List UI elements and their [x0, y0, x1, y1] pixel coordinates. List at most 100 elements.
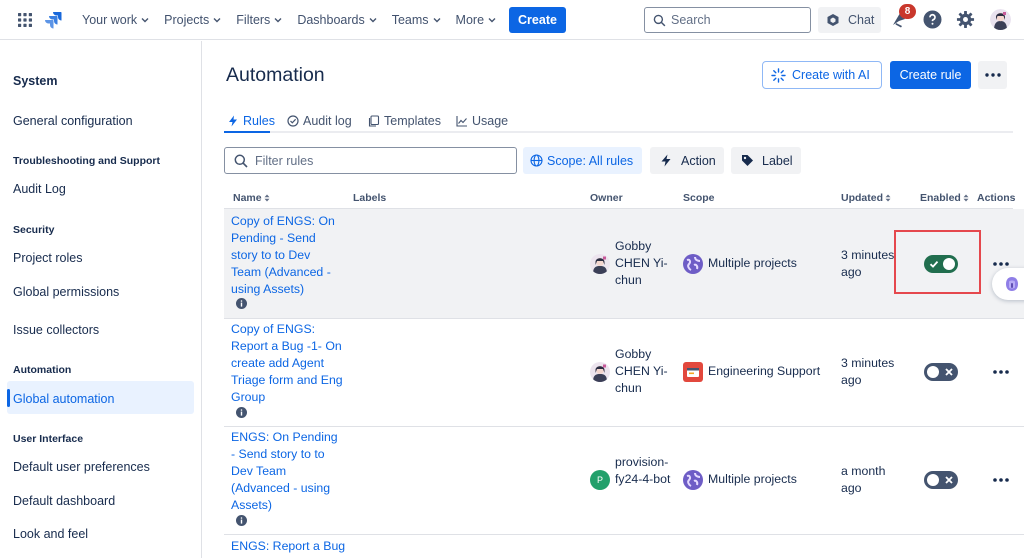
search-placeholder: Search [671, 13, 711, 27]
row-more-actions-icon[interactable] [992, 369, 1010, 375]
chevron-down-icon [488, 18, 496, 23]
create-with-ai-label: Create with AI [792, 68, 870, 82]
tag-icon [742, 155, 753, 166]
filter-rules-input[interactable]: Filter rules [224, 147, 517, 174]
tab-rules[interactable]: Rules [227, 112, 275, 130]
owner-avatar-initial: P [590, 470, 610, 490]
sidebar-section-troubleshooting: Troubleshooting and Support [13, 155, 160, 167]
chevron-down-icon [369, 18, 377, 23]
tab-usage[interactable]: Usage [456, 112, 508, 130]
table-row[interactable]: Copy of ENGS: Report a Bug -1- On create… [224, 320, 1024, 427]
highlight-annotation-box [894, 230, 981, 294]
nav-projects[interactable]: Projects [164, 11, 221, 29]
owner-avatar [590, 254, 610, 274]
toggle-knob [927, 366, 939, 378]
action-filter-label: Action [681, 153, 716, 168]
row-more-actions-icon[interactable] [992, 477, 1010, 483]
updated-time: 3 minutes ago [841, 248, 895, 279]
filter-rules-placeholder: Filter rules [255, 153, 314, 168]
sidebar-item-issue-collectors[interactable]: Issue collectors [13, 323, 99, 337]
settings-gear-icon[interactable] [956, 10, 975, 29]
project-scope-icon [683, 362, 703, 382]
globe-icon [530, 154, 543, 167]
column-header-owner: Owner [590, 192, 623, 204]
row-more-actions-icon[interactable] [992, 261, 1010, 267]
more-horizontal-icon [984, 73, 1001, 77]
owner-name: Gobby CHEN Yi-chun [615, 239, 668, 287]
sidebar-item-audit-log[interactable]: Audit Log [13, 182, 66, 196]
column-header-enabled[interactable]: Enabled [920, 192, 969, 204]
column-header-labels: Labels [353, 192, 387, 204]
ai-assistant-button[interactable] [992, 268, 1024, 300]
chat-label: Chat [848, 13, 875, 27]
nav-dashboards[interactable]: Dashboards [297, 11, 377, 29]
copy-icon [368, 115, 380, 127]
sidebar-item-global-automation[interactable]: Global automation [13, 392, 114, 406]
help-icon[interactable] [923, 10, 942, 29]
table-row[interactable]: ENGS: On Pending - Send story to to Dev … [224, 428, 1024, 535]
action-filter-button[interactable]: Action [650, 147, 724, 174]
page-more-actions-button[interactable] [978, 61, 1007, 89]
scope-label: Engineering Support [708, 364, 821, 378]
top-navigation-bar: Your work Projects Filters Dashboards Te… [0, 0, 1024, 40]
close-icon [945, 476, 953, 484]
globe-scope-icon [683, 470, 703, 490]
line-chart-icon [456, 116, 467, 127]
rule-name-link[interactable]: Copy of ENGS: Report a Bug -1- On create… [231, 321, 343, 406]
primary-nav: Your work Projects Filters Dashboards Te… [82, 11, 511, 29]
admin-sidebar: System General configuration Troubleshoo… [0, 41, 202, 558]
close-icon [945, 368, 953, 376]
chevron-down-icon [213, 18, 221, 23]
info-icon[interactable] [236, 407, 247, 418]
search-input[interactable]: Search [644, 7, 811, 33]
nav-teams[interactable]: Teams [392, 11, 441, 29]
sidebar-section-security: Security [13, 224, 55, 236]
jira-logo-icon[interactable] [44, 10, 64, 30]
sidebar-item-global-permissions[interactable]: Global permissions [13, 285, 119, 299]
chat-button[interactable]: Chat [818, 7, 881, 33]
app-switcher-icon[interactable] [17, 12, 33, 28]
column-header-name[interactable]: Name [233, 192, 270, 204]
info-icon[interactable] [236, 515, 247, 526]
label-filter-label: Label [762, 153, 793, 168]
sort-icon [885, 194, 891, 202]
sidebar-item-general-configuration[interactable]: General configuration [13, 114, 133, 128]
nav-more[interactable]: More [456, 11, 496, 29]
sidebar-title: System [13, 74, 58, 88]
create-button[interactable]: Create [509, 7, 566, 33]
owner-name: Gobby CHEN Yi-chun [615, 347, 668, 395]
ai-sparkle-icon [771, 67, 786, 83]
label-filter-button[interactable]: Label [731, 147, 801, 174]
sidebar-item-project-roles[interactable]: Project roles [13, 251, 82, 265]
nav-your-work[interactable]: Your work [82, 11, 149, 29]
owner-avatar [590, 362, 610, 382]
user-avatar[interactable] [990, 9, 1011, 30]
scope-label: Multiple projects [708, 472, 797, 486]
rule-name-link[interactable]: ENGS: On Pending - Send story to to Dev … [231, 429, 343, 514]
tab-audit-log[interactable]: Audit log [287, 112, 352, 130]
rule-name-link[interactable]: ENGS: Report a Bug [231, 538, 431, 555]
column-header-updated[interactable]: Updated [841, 192, 891, 204]
column-header-scope: Scope [683, 192, 715, 204]
sidebar-item-default-user-preferences[interactable]: Default user preferences [13, 460, 150, 474]
table-row[interactable]: ENGS: Report a Bug [224, 536, 1024, 558]
scope-filter-label: Scope: All rules [547, 153, 634, 168]
create-with-ai-button[interactable]: Create with AI [762, 61, 882, 89]
rule-name-link[interactable]: Copy of ENGS: On Pending - Send story to… [231, 213, 343, 298]
chevron-down-icon [274, 18, 282, 23]
create-rule-button[interactable]: Create rule [890, 61, 971, 89]
tab-templates[interactable]: Templates [368, 112, 441, 130]
enabled-toggle[interactable] [924, 471, 958, 489]
ai-assistant-icon [1006, 277, 1018, 291]
sidebar-active-indicator [7, 389, 10, 407]
info-icon[interactable] [236, 298, 247, 309]
sidebar-item-default-dashboard[interactable]: Default dashboard [13, 494, 115, 508]
enabled-toggle[interactable] [924, 363, 958, 381]
nav-filters[interactable]: Filters [236, 11, 282, 29]
sort-icon [264, 194, 270, 202]
scope-filter-button[interactable]: Scope: All rules [523, 147, 642, 174]
notification-count-badge: 8 [899, 4, 916, 19]
scope-label: Multiple projects [708, 256, 797, 270]
sidebar-item-look-and-feel[interactable]: Look and feel [13, 527, 88, 541]
globe-scope-icon [683, 254, 703, 274]
